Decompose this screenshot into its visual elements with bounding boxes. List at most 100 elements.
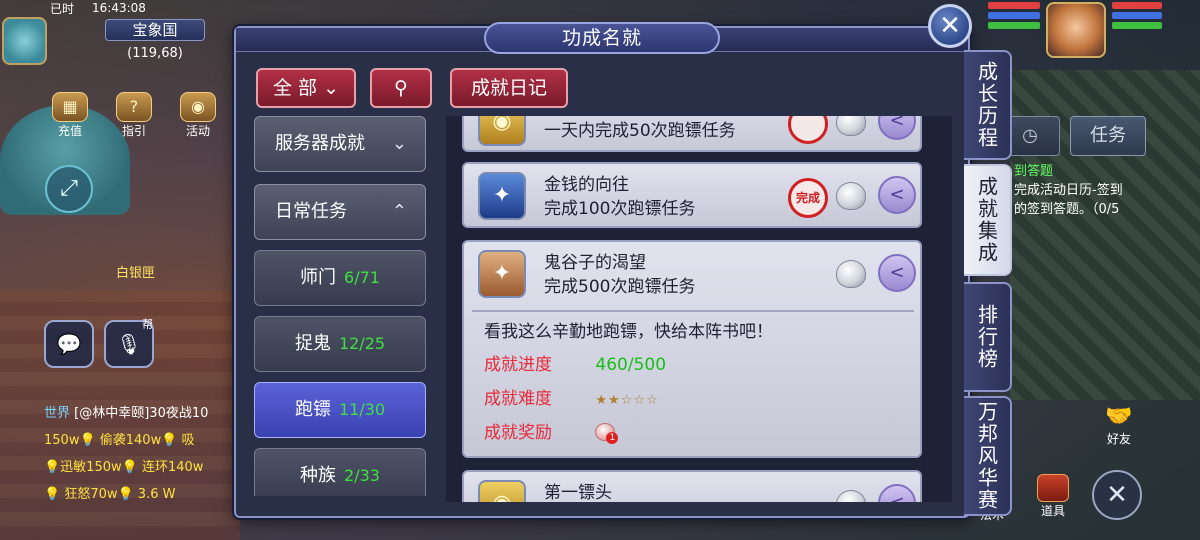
close-icon[interactable]: ✕ — [928, 4, 972, 48]
category-daily[interactable]: 日常任务 ⌃ — [254, 184, 426, 240]
achievement-panel: 功成名就 全 部 ⌄ ⚲ 成就日记 服务器成就 ⌄ 日常任务 ⌃ 师门 6/71 … — [234, 22, 970, 518]
time-period: 已时 — [50, 1, 75, 16]
task-tab[interactable]: 任务 — [1070, 116, 1146, 156]
chat-bubble-icon: 💬 — [56, 332, 82, 356]
subcategory-shimen[interactable]: 师门 6/71 — [254, 250, 426, 306]
achievement-desc: 完成500次跑镖任务 — [544, 277, 696, 297]
player-bars — [988, 2, 1040, 40]
subcategory-zhuogui[interactable]: 捉鬼 12/25 — [254, 316, 426, 372]
items-button[interactable]: 道具 — [1030, 474, 1076, 524]
voice-channel-tag: 帮 — [142, 318, 153, 331]
tab-growth-history[interactable]: 成长历程 — [964, 50, 1012, 160]
friends-label: 好友 — [1106, 432, 1131, 446]
bag-label: 白银匣 — [116, 266, 156, 281]
items-label: 道具 — [1040, 504, 1065, 518]
recharge-button[interactable]: ▦ 充值 — [45, 92, 95, 142]
hp-bar — [988, 2, 1040, 9]
chat-line: 150w💡 偷袭140w💡 吸 — [44, 433, 195, 448]
task-title: 到答题 — [1014, 164, 1054, 179]
share-icon[interactable]: < — [878, 176, 916, 214]
pet-hp-bar — [1112, 2, 1162, 9]
recharge-label: 充值 — [57, 124, 82, 138]
task-desc-line: 完成活动日历-签到 — [1014, 183, 1123, 198]
achievement-icon: ◉ — [478, 116, 526, 146]
achievement-list[interactable]: ◉ 一天内完成50次跑镖任务 < ✦ 金钱的向往 完成100次跑镖任务 完成 <… — [446, 116, 952, 502]
progress-value: 460/500 — [595, 355, 667, 375]
subcategory-zhongzu[interactable]: 种族 2/33 — [254, 448, 426, 496]
chat-line: 世界 [@林中幸颐]30夜战10 — [44, 406, 209, 421]
task-tracker[interactable]: 到答题 完成活动日历-签到 的签到答题。（0/5 — [1014, 162, 1184, 232]
category-daily-label: 日常任务 — [275, 201, 347, 222]
chat-line: 💡 狂怒70w💡 3.6 W — [44, 487, 176, 502]
activity-icon: ◉ — [180, 92, 216, 122]
location-widget[interactable]: 宝象国 (119,68) — [2, 17, 210, 67]
reward-count-badge: 1 — [606, 432, 619, 444]
reward-row: 成就奖励 1 — [484, 420, 904, 446]
achievement-icon: ✦ — [478, 172, 526, 220]
chat-log[interactable]: 世界 [@林中幸颐]30夜战10 150w💡 偷袭140w💡 吸 💡迅敏150w… — [44, 400, 234, 530]
difficulty-stars-icon: ★★☆☆☆ — [595, 393, 659, 408]
achievement-name: 鬼谷子的渴望 — [544, 253, 646, 273]
peach-reward-icon — [836, 116, 866, 136]
share-icon[interactable]: < — [878, 116, 916, 140]
achievement-card[interactable]: ◉ 第一镖头 < — [462, 470, 922, 502]
completed-stamp-icon: 完成 — [788, 178, 828, 218]
category-server-label: 服务器成就 — [275, 133, 365, 154]
hud-close-button[interactable]: ✕ — [1092, 470, 1142, 520]
guide-icon: ? — [116, 92, 152, 122]
achievement-icon: ✦ — [478, 250, 526, 298]
pet-bars — [1112, 2, 1162, 40]
pet-mp-bar — [1112, 12, 1162, 19]
tab-wanbang-contest[interactable]: 万邦风华赛 — [964, 396, 1012, 516]
chat-button[interactable]: 💬 — [44, 320, 94, 368]
difficulty-label: 成就难度 — [484, 389, 552, 409]
chat-line: 💡迅敏150w💡 连环140w — [44, 460, 204, 475]
sp-bar — [988, 22, 1040, 29]
peach-reward-icon — [836, 260, 866, 288]
guide-label: 指引 — [121, 124, 146, 138]
top-left-icons: ▦ 充值 ? 指引 ◉ 活动 — [45, 92, 235, 142]
achievement-quote: 看我这么辛勤地跑镖，快给本阵书吧！ — [484, 322, 773, 342]
activity-button[interactable]: ◉ 活动 — [173, 92, 223, 142]
tab-achievement-collection[interactable]: 成就集成 — [964, 164, 1012, 276]
share-icon[interactable]: < — [878, 484, 916, 502]
reward-peach-icon[interactable]: 1 — [595, 423, 619, 444]
achievement-card[interactable]: ◉ 一天内完成50次跑镖任务 < — [462, 116, 922, 152]
peach-reward-icon — [836, 490, 866, 502]
category-server[interactable]: 服务器成就 ⌄ — [254, 116, 426, 172]
achievement-desc: 一天内完成50次跑镖任务 — [544, 121, 736, 141]
achievement-card[interactable]: ✦ 金钱的向往 完成100次跑镖任务 完成 < — [462, 162, 922, 228]
activity-label: 活动 — [185, 124, 210, 138]
achievement-details: 看我这么辛勤地跑镖，快给本阵书吧！ 成就进度 460/500 成就难度 ★★☆☆… — [472, 310, 914, 450]
hud-status-bar: 已时 16:43:08 — [50, 0, 230, 16]
filter-all-dropdown[interactable]: 全 部 ⌄ — [256, 68, 356, 108]
guide-button[interactable]: ? 指引 — [109, 92, 159, 142]
chevron-down-icon: ⌄ — [391, 133, 407, 154]
share-icon[interactable]: < — [878, 254, 916, 292]
minimap-icon[interactable] — [2, 17, 47, 65]
chest-icon — [1037, 474, 1069, 502]
task-desc-line: 的签到答题。（0/5 — [1014, 202, 1120, 217]
tab-leaderboard[interactable]: 排行榜 — [964, 282, 1012, 392]
player-avatar[interactable] — [1046, 2, 1106, 58]
progress-label: 成就进度 — [484, 355, 552, 375]
handshake-icon: 🤝 — [1105, 404, 1133, 429]
coordinates: (119,68) — [127, 46, 183, 61]
panel-title: 功成名就 — [484, 22, 720, 54]
clock: 16:43:08 — [92, 1, 146, 15]
achievement-diary-button[interactable]: 成就日记 — [450, 68, 568, 108]
progress-row: 成就进度 460/500 — [484, 352, 904, 378]
mp-bar — [988, 12, 1040, 19]
achievement-icon: ◉ — [478, 480, 526, 502]
achievement-name: 金钱的向往 — [544, 175, 629, 195]
achievement-card-expanded[interactable]: ✦ 鬼谷子的渴望 完成500次跑镖任务 < 看我这么辛勤地跑镖，快给本阵书吧！ … — [462, 240, 922, 458]
search-button[interactable]: ⚲ — [370, 68, 432, 108]
expand-icon[interactable]: ⤢ — [45, 165, 93, 213]
achievement-desc: 完成100次跑镖任务 — [544, 199, 696, 219]
friends-button[interactable]: 🤝 好友 — [1094, 404, 1144, 452]
subcategory-paobiao[interactable]: 跑镖 11/30 — [254, 382, 426, 438]
recharge-icon: ▦ — [52, 92, 88, 122]
chevron-up-icon: ⌃ — [391, 201, 407, 222]
place-name: 宝象国 — [105, 19, 205, 41]
category-list[interactable]: 服务器成就 ⌄ 日常任务 ⌃ 师门 6/71 捉鬼 12/25 跑镖 11/30 种族… — [254, 116, 428, 496]
